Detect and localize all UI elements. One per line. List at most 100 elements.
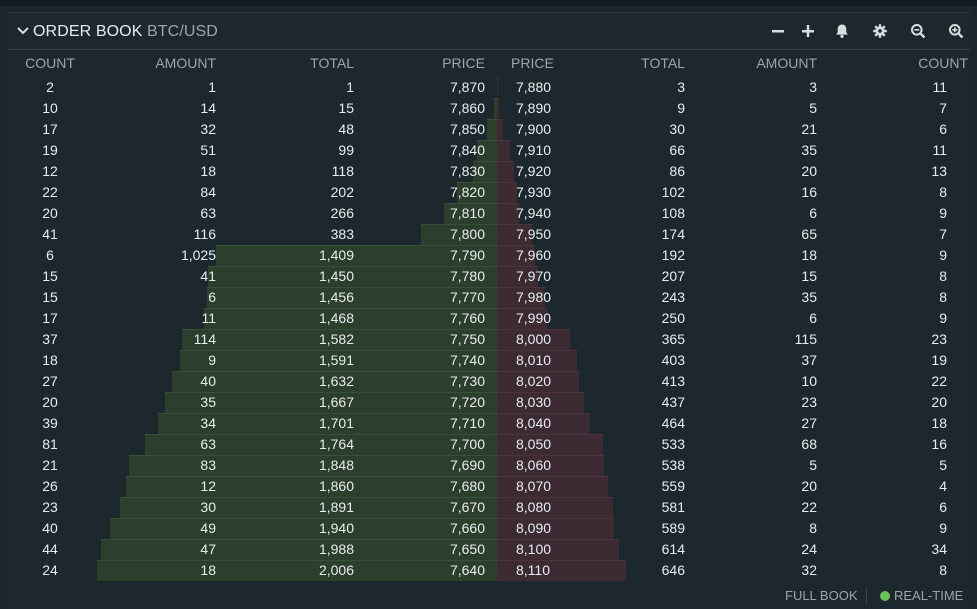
ask-amount-cell[interactable]: 20 [728,161,817,181]
ask-count-cell[interactable]: 20 [888,392,947,412]
ask-amount-cell[interactable]: 5 [728,455,817,475]
ask-total-cell[interactable]: 646 [598,560,685,580]
ask-count-cell[interactable]: 23 [888,329,947,349]
bid-count-cell[interactable]: 37 [20,329,80,349]
bid-total-cell[interactable]: 1,632 [264,371,354,391]
bid-total-cell[interactable]: 383 [264,224,354,244]
ask-amount-cell[interactable]: 15 [728,266,817,286]
ask-count-cell[interactable]: 5 [888,455,947,475]
realtime-toggle[interactable]: REAL-TIME [880,588,963,603]
bid-total-cell[interactable]: 1,468 [264,308,354,328]
chevron-down-icon[interactable] [16,25,30,37]
ask-count-cell[interactable]: 6 [888,497,947,517]
ask-amount-cell[interactable]: 24 [728,539,817,559]
ask-count-cell[interactable]: 6 [888,119,947,139]
ask-price-header[interactable]: PRICE [511,55,591,71]
bid-price-cell[interactable]: 7,710 [408,413,485,433]
bid-total-cell[interactable]: 1,848 [264,455,354,475]
bid-amount-cell[interactable]: 11 [128,308,216,328]
ask-amount-cell[interactable]: 5 [728,98,817,118]
ask-count-cell[interactable]: 8 [888,287,947,307]
ask-amount-cell[interactable]: 35 [728,287,817,307]
gear-icon[interactable] [872,23,888,39]
bid-amount-cell[interactable]: 14 [128,98,216,118]
bid-total-cell[interactable]: 1,764 [264,434,354,454]
ask-count-cell[interactable]: 9 [888,518,947,538]
ask-total-cell[interactable]: 3 [598,77,685,97]
bid-amount-cell[interactable]: 41 [128,266,216,286]
bid-count-cell[interactable]: 2 [20,77,80,97]
ask-count-cell[interactable]: 22 [888,371,947,391]
bid-total-cell[interactable]: 1,591 [264,350,354,370]
bid-count-cell[interactable]: 21 [20,455,80,475]
bid-total-cell[interactable]: 2,006 [264,560,354,580]
ask-amount-cell[interactable]: 35 [728,140,817,160]
ask-price-cell[interactable]: 8,110 [516,560,591,580]
ask-price-cell[interactable]: 7,950 [516,224,591,244]
bid-count-cell[interactable]: 12 [20,161,80,181]
ask-amount-cell[interactable]: 8 [728,518,817,538]
ask-amount-cell[interactable]: 115 [728,329,817,349]
bid-amount-cell[interactable]: 32 [128,119,216,139]
bid-price-cell[interactable]: 7,690 [408,455,485,475]
bid-count-cell[interactable]: 20 [20,392,80,412]
ask-price-cell[interactable]: 8,080 [516,497,591,517]
ask-amount-header[interactable]: AMOUNT [728,55,817,71]
bid-total-cell[interactable]: 99 [264,140,354,160]
bid-total-cell[interactable]: 1,450 [264,266,354,286]
ask-price-cell[interactable]: 7,940 [516,203,591,223]
bid-price-cell[interactable]: 7,660 [408,518,485,538]
bid-price-cell[interactable]: 7,740 [408,350,485,370]
bid-amount-cell[interactable]: 12 [128,476,216,496]
ask-price-cell[interactable]: 7,880 [516,77,591,97]
bid-total-cell[interactable]: 48 [264,119,354,139]
bid-count-cell[interactable]: 41 [20,224,80,244]
ask-total-cell[interactable]: 533 [598,434,685,454]
plus-icon[interactable] [800,23,816,39]
bid-amount-cell[interactable]: 114 [128,329,216,349]
bid-price-cell[interactable]: 7,830 [408,161,485,181]
bid-amount-cell[interactable]: 1 [128,77,216,97]
ask-price-cell[interactable]: 8,090 [516,518,591,538]
bid-price-cell[interactable]: 7,650 [408,539,485,559]
bid-price-cell[interactable]: 7,820 [408,182,485,202]
ask-amount-cell[interactable]: 37 [728,350,817,370]
ask-total-cell[interactable]: 66 [598,140,685,160]
ask-count-cell[interactable]: 13 [888,161,947,181]
ask-total-cell[interactable]: 581 [598,497,685,517]
ask-count-cell[interactable]: 34 [888,539,947,559]
bid-amount-cell[interactable]: 30 [128,497,216,517]
ask-price-cell[interactable]: 8,040 [516,413,591,433]
ask-amount-cell[interactable]: 23 [728,392,817,412]
bid-amount-cell[interactable]: 47 [128,539,216,559]
bid-price-cell[interactable]: 7,860 [408,98,485,118]
bid-price-cell[interactable]: 7,770 [408,287,485,307]
ask-count-cell[interactable]: 19 [888,350,947,370]
ask-price-cell[interactable]: 8,070 [516,476,591,496]
ask-price-cell[interactable]: 7,980 [516,287,591,307]
ask-price-cell[interactable]: 7,930 [516,182,591,202]
ask-total-cell[interactable]: 243 [598,287,685,307]
bid-total-cell[interactable]: 266 [264,203,354,223]
ask-price-cell[interactable]: 7,900 [516,119,591,139]
ask-amount-cell[interactable]: 32 [728,560,817,580]
ask-count-cell[interactable]: 4 [888,476,947,496]
ask-count-cell[interactable]: 8 [888,266,947,286]
ask-amount-cell[interactable]: 65 [728,224,817,244]
bid-count-cell[interactable]: 27 [20,371,80,391]
full-book-link[interactable]: FULL BOOK [785,588,857,603]
bid-amount-cell[interactable]: 51 [128,140,216,160]
bid-amount-cell[interactable]: 40 [128,371,216,391]
ask-count-cell[interactable]: 7 [888,98,947,118]
ask-count-header[interactable]: COUNT [888,55,968,71]
ask-price-cell[interactable]: 8,000 [516,329,591,349]
ask-amount-cell[interactable]: 68 [728,434,817,454]
ask-total-cell[interactable]: 207 [598,266,685,286]
bid-count-cell[interactable]: 26 [20,476,80,496]
bid-amount-cell[interactable]: 1,025 [128,245,216,265]
bid-amount-cell[interactable]: 34 [128,413,216,433]
ask-amount-cell[interactable]: 6 [728,308,817,328]
bid-price-cell[interactable]: 7,720 [408,392,485,412]
ask-count-cell[interactable]: 7 [888,224,947,244]
bid-amount-cell[interactable]: 9 [128,350,216,370]
